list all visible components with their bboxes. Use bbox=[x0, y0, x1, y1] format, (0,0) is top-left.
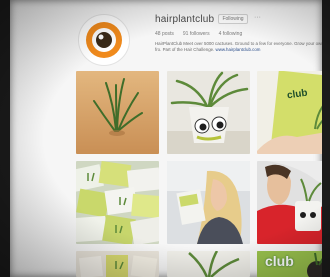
post-thumbnail[interactable] bbox=[257, 161, 322, 244]
bio-text: fro. Part of the Hair Challenge. bbox=[155, 47, 215, 52]
profile-bio: HairPlantClub Meet over 5000 cactuses. G… bbox=[155, 41, 324, 46]
pot-with-eyes-image bbox=[167, 71, 250, 154]
profile-username: hairplantclub bbox=[155, 14, 215, 25]
brand-logo bbox=[83, 19, 125, 61]
post-thumbnail[interactable] bbox=[76, 251, 159, 277]
red-shirt-plant-image bbox=[257, 161, 322, 244]
profile-stats: 48 posts 91 followers 4 following bbox=[155, 31, 242, 37]
device-bezel: hairplantclub Following ··· 48 posts 91 … bbox=[0, 0, 330, 277]
post-thumbnail[interactable] bbox=[76, 161, 159, 244]
profile-avatar[interactable] bbox=[78, 14, 130, 66]
post-thumbnail[interactable] bbox=[167, 161, 250, 244]
packages-partial-image bbox=[76, 251, 159, 277]
eye-logo-icon bbox=[86, 22, 122, 58]
posts-count[interactable]: 48 posts bbox=[155, 31, 174, 37]
hand-holding-card-image bbox=[257, 71, 322, 154]
bio-link[interactable]: www.hairplantclub.com bbox=[216, 47, 261, 52]
followers-count[interactable]: 91 followers bbox=[183, 31, 210, 37]
instagram-profile-screen: hairplantclub Following ··· 48 posts 91 … bbox=[10, 0, 322, 277]
following-button[interactable]: Following bbox=[218, 14, 248, 24]
post-thumbnail[interactable] bbox=[76, 71, 159, 154]
more-options-icon[interactable]: ··· bbox=[254, 14, 261, 22]
post-thumbnail[interactable]: club bbox=[257, 71, 322, 154]
post-thumbnail[interactable] bbox=[167, 71, 250, 154]
plant-partial-image bbox=[167, 251, 250, 277]
club-sign-text: club bbox=[265, 253, 294, 269]
profile-bio-line2: fro. Part of the Hair Challenge. www.hai… bbox=[155, 47, 322, 53]
following-count[interactable]: 4 following bbox=[219, 31, 243, 37]
post-thumbnail[interactable]: club bbox=[257, 251, 322, 277]
woman-with-package-image bbox=[167, 161, 250, 244]
product-packages-image bbox=[76, 161, 159, 244]
plant-in-sand-image bbox=[76, 71, 159, 154]
post-thumbnail[interactable] bbox=[167, 251, 250, 277]
